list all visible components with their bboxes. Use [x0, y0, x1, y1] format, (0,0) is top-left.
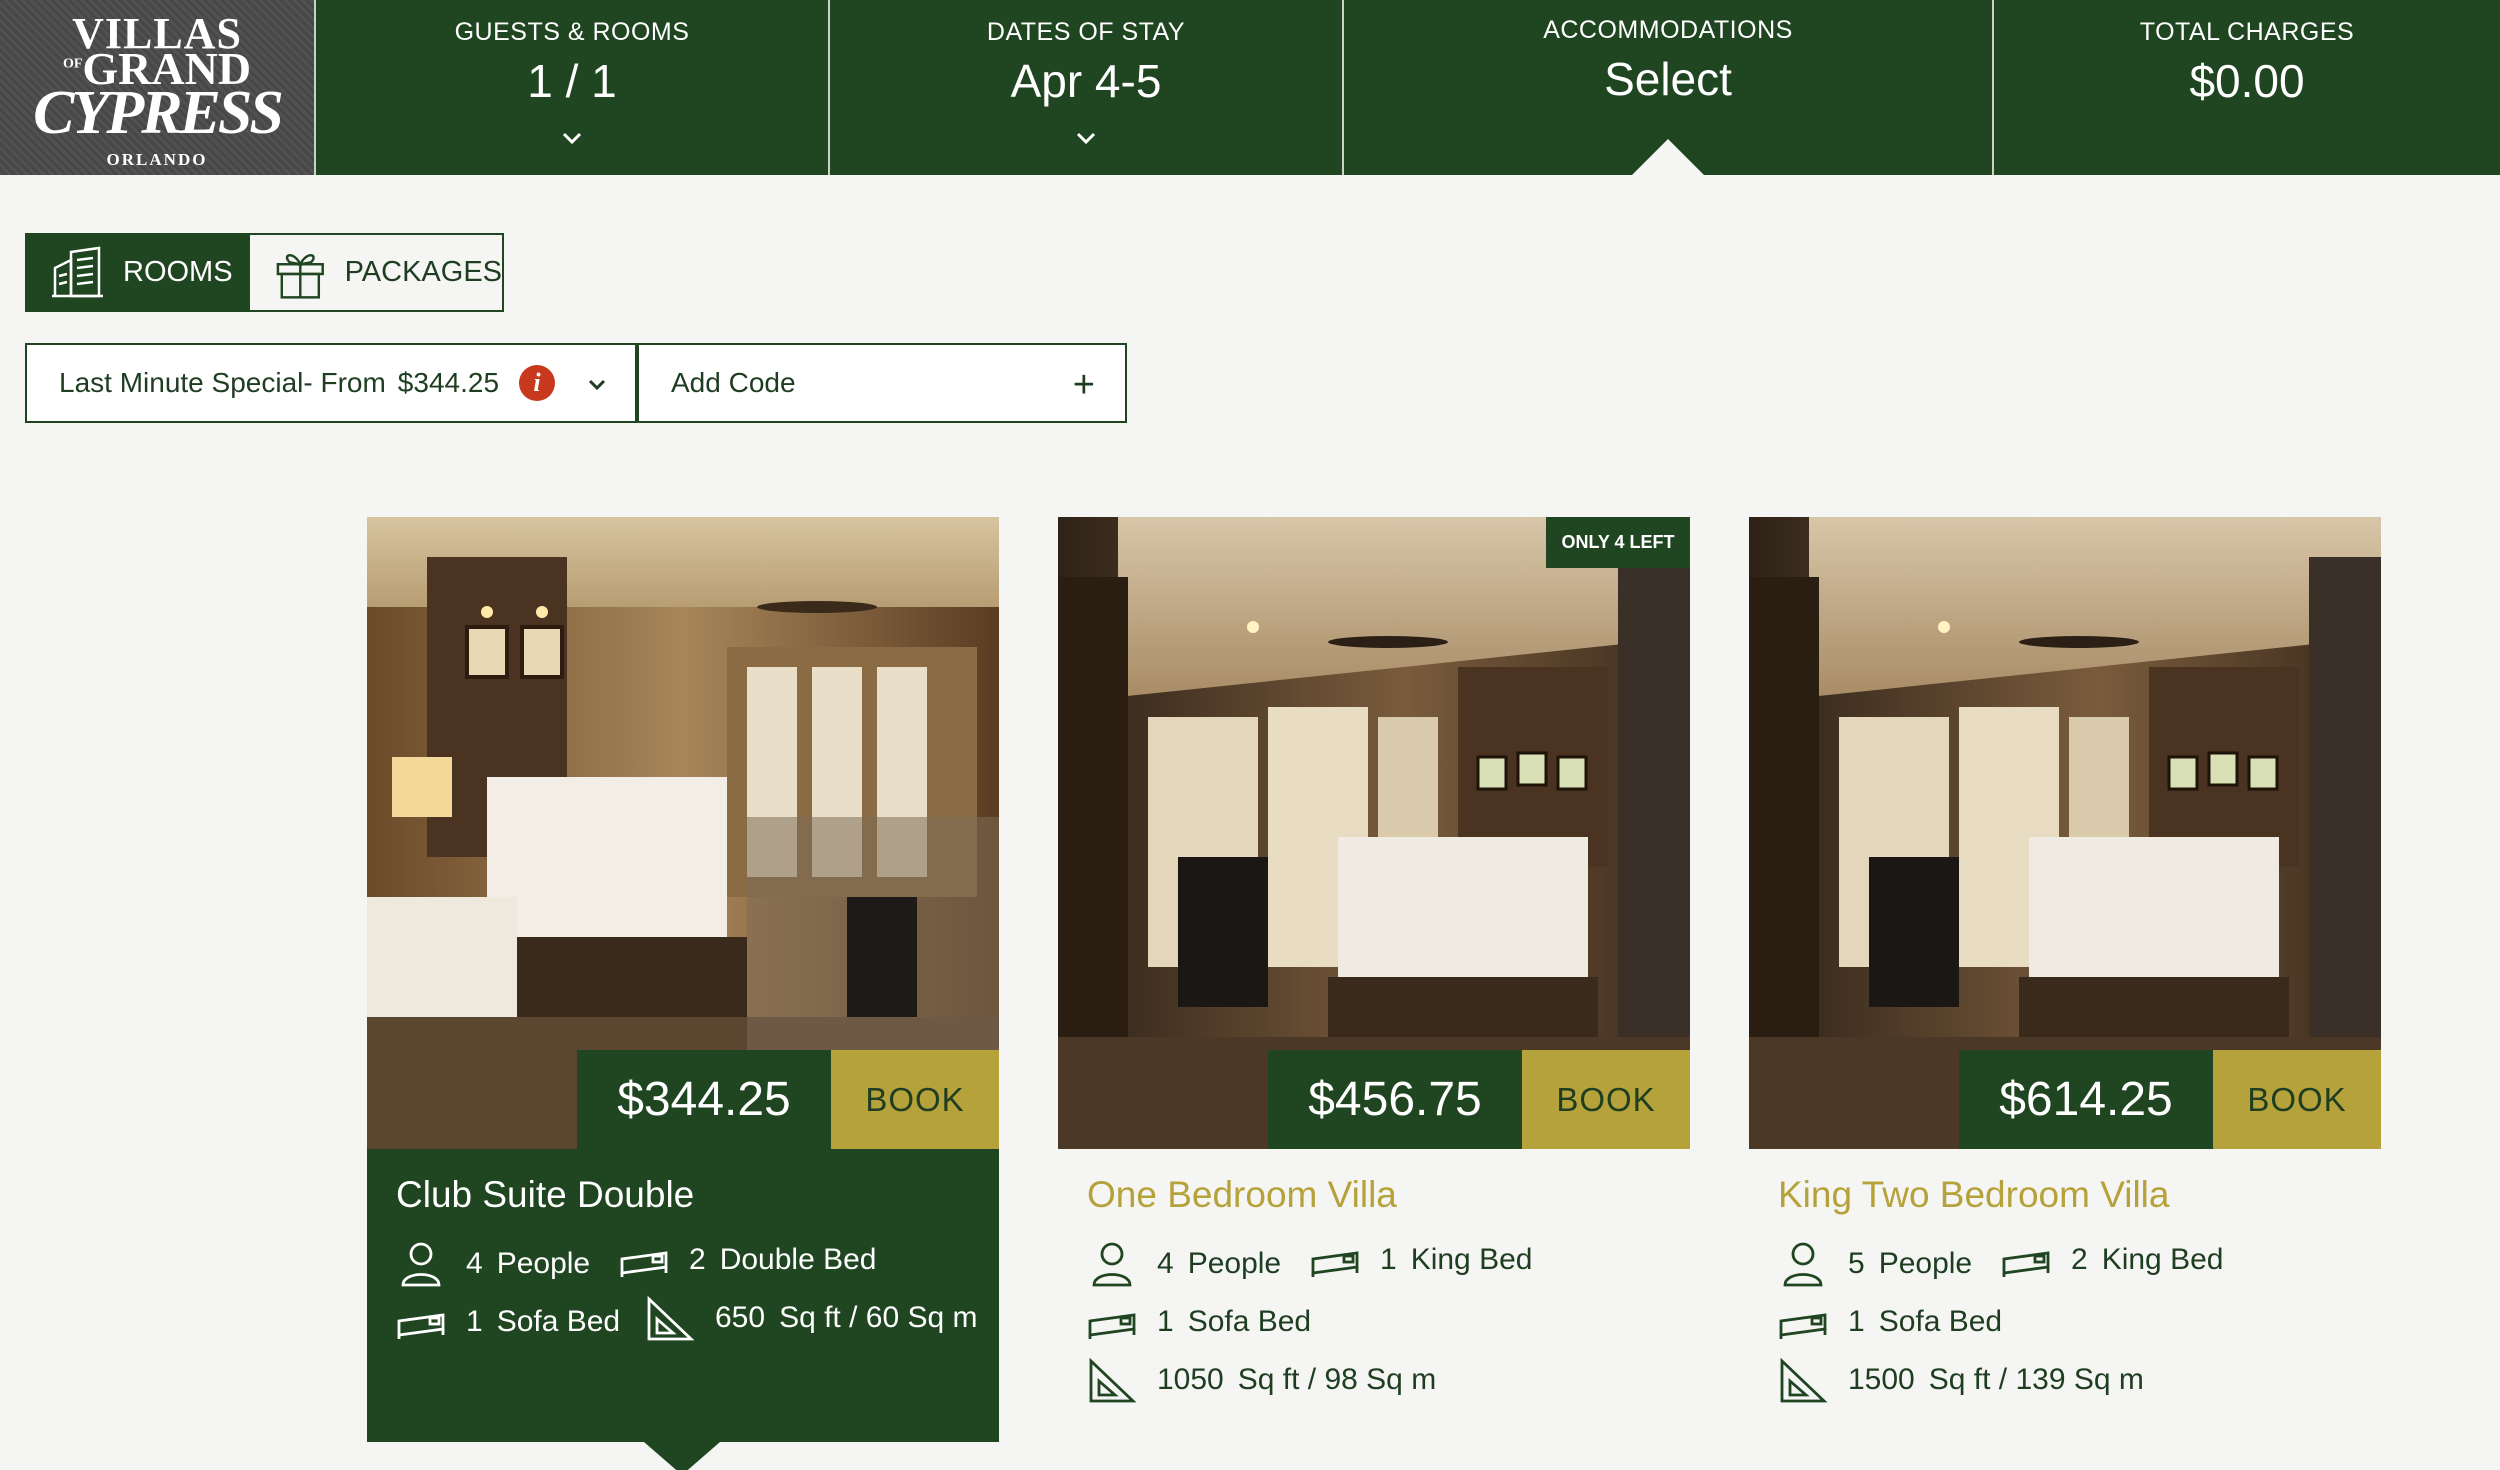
sofa-bed-count: 1 [466, 1305, 483, 1338]
area-value: 650 [715, 1301, 766, 1334]
area-value: 1500 [1848, 1363, 1915, 1396]
header-bar: VILLAS OFGRAND CYPRESS ORLANDO GUESTS & … [0, 0, 2500, 175]
room-info-panel: Club Suite Double 4 People 2 Double Bed … [367, 1149, 999, 1470]
guests-rooms-label: GUESTS & ROOMS [454, 18, 690, 46]
bed-icon [1311, 1251, 1359, 1277]
availability-badge: ONLY 4 LEFT [1546, 517, 1690, 568]
info-icon[interactable]: i [519, 365, 556, 401]
tab-rooms-label: ROOMS [123, 256, 233, 288]
accommodations-value: Select [1604, 53, 1732, 105]
person-icon [1783, 1242, 1823, 1287]
add-code-label: Add Code [671, 367, 796, 398]
bed-icon [397, 1313, 445, 1339]
bed-label: King Bed [2101, 1243, 2224, 1276]
total-charges-label: TOTAL CHARGES [2139, 18, 2355, 46]
accommodations-step[interactable]: ACCOMMODATIONS Select [1342, 0, 1992, 175]
people-feature: 4 People [396, 1241, 590, 1287]
area-value: 1050 [1157, 1363, 1224, 1396]
total-charges-value: $0.00 [2189, 55, 2305, 107]
people-label: People [1187, 1247, 1282, 1280]
room-name[interactable]: One Bedroom Villa [1087, 1174, 1397, 1216]
tab-rooms[interactable]: ROOMS [25, 233, 248, 312]
book-button[interactable]: BOOK [831, 1050, 999, 1149]
area-feature: 1050 Sq ft / 98 Sq m [1087, 1357, 1436, 1403]
bed-count: 2 [689, 1243, 706, 1276]
chevron-down-icon [588, 379, 606, 391]
area-feature: 1500 Sq ft / 139 Sq m [1778, 1357, 2144, 1403]
guests-rooms-value: 1 / 1 [527, 55, 617, 107]
bed-count: 2 [2071, 1243, 2088, 1276]
sofa-bed-count: 1 [1157, 1305, 1174, 1338]
logo-line-cypress: CYPRESS [33, 79, 284, 147]
bed-feature: 2 King Bed [2001, 1237, 2223, 1283]
person-icon [1092, 1242, 1132, 1287]
people-label: People [1878, 1247, 1973, 1280]
room-name[interactable]: Club Suite Double [396, 1174, 694, 1216]
people-count: 4 [466, 1247, 483, 1280]
bed-icon [1088, 1313, 1136, 1339]
active-step-pointer [1632, 139, 1704, 175]
sofa-bed-count: 1 [1848, 1305, 1865, 1338]
sofa-bed-label: Sofa Bed [1878, 1305, 2003, 1338]
people-count: 4 [1157, 1247, 1174, 1280]
add-code-field[interactable]: Add Code + [637, 343, 1127, 423]
room-info-panel: King Two Bedroom Villa 5 People 2 King B… [1749, 1149, 2381, 1442]
room-card[interactable]: $344.25 BOOK Club Suite Double 4 People … [367, 517, 999, 1470]
people-label: People [496, 1247, 591, 1280]
tab-packages[interactable]: PACKAGES [248, 233, 504, 312]
room-price: $344.25 [577, 1050, 831, 1149]
book-button[interactable]: BOOK [1522, 1050, 1690, 1149]
room-info-panel: One Bedroom Villa 4 People 1 King Bed 1 … [1058, 1149, 1690, 1442]
brand-logo[interactable]: VILLAS OFGRAND CYPRESS ORLANDO [0, 0, 314, 175]
bed-feature: 2 Double Bed [619, 1237, 876, 1283]
rate-plan-price: $344.25 [397, 367, 500, 398]
bed-count: 1 [1380, 1243, 1397, 1276]
person-icon [401, 1242, 441, 1287]
logo-line-orlando: ORLANDO [106, 150, 208, 169]
people-count: 5 [1848, 1247, 1865, 1280]
logo-line-of: OF [62, 56, 83, 72]
set-square-icon [647, 1295, 695, 1341]
sofa-bed-feature: 1 Sofa Bed [396, 1299, 620, 1345]
rate-plan-label: Last Minute Special- From [59, 367, 386, 398]
bed-label: Double Bed [719, 1243, 877, 1276]
building-icon [52, 246, 103, 297]
tab-packages-label: PACKAGES [344, 256, 502, 288]
area-label: Sq ft / 60 Sq m [779, 1301, 978, 1334]
set-square-icon [1089, 1357, 1137, 1403]
bed-feature: 1 King Bed [1310, 1237, 1532, 1283]
rate-plan-dropdown[interactable]: Last Minute Special- From $344.25 i [25, 343, 637, 423]
room-card[interactable]: ONLY 4 LEFT $456.75 BOOK One Bedroom Vil… [1058, 517, 1690, 1447]
selected-card-pointer [644, 1442, 720, 1470]
area-label: Sq ft / 98 Sq m [1237, 1363, 1437, 1396]
bed-icon [620, 1251, 668, 1277]
area-feature: 650 Sq ft / 60 Sq m [645, 1295, 978, 1341]
dates-of-stay-selector[interactable]: DATES OF STAY Apr 4-5 [828, 0, 1342, 175]
book-button[interactable]: BOOK [2213, 1050, 2381, 1149]
area-label: Sq ft / 139 Sq m [1928, 1363, 2144, 1396]
people-feature: 4 People [1087, 1241, 1281, 1287]
sofa-bed-label: Sofa Bed [1187, 1305, 1312, 1338]
chevron-down-icon [562, 132, 582, 145]
room-name[interactable]: King Two Bedroom Villa [1778, 1174, 2169, 1216]
people-feature: 5 People [1778, 1241, 1972, 1287]
accommodations-label: ACCOMMODATIONS [1543, 16, 1793, 44]
gift-icon [276, 253, 324, 299]
bed-icon [1779, 1313, 1827, 1339]
room-card[interactable]: $614.25 BOOK King Two Bedroom Villa 5 Pe… [1749, 517, 2381, 1447]
chevron-down-icon [1076, 132, 1096, 145]
bed-label: King Bed [1410, 1243, 1533, 1276]
guests-rooms-selector[interactable]: GUESTS & ROOMS 1 / 1 [314, 0, 828, 175]
total-charges-step: TOTAL CHARGES $0.00 [1992, 0, 2500, 175]
sofa-bed-feature: 1 Sofa Bed [1778, 1299, 2002, 1345]
bed-icon [2002, 1251, 2050, 1277]
dates-of-stay-label: DATES OF STAY [986, 18, 1186, 46]
sofa-bed-label: Sofa Bed [496, 1305, 621, 1338]
room-price: $614.25 [1959, 1050, 2213, 1149]
sofa-bed-feature: 1 Sofa Bed [1087, 1299, 1311, 1345]
room-price: $456.75 [1268, 1050, 1522, 1149]
set-square-icon [1780, 1357, 1828, 1403]
plus-icon[interactable]: + [1073, 366, 1095, 404]
dates-of-stay-value: Apr 4-5 [1010, 55, 1162, 107]
